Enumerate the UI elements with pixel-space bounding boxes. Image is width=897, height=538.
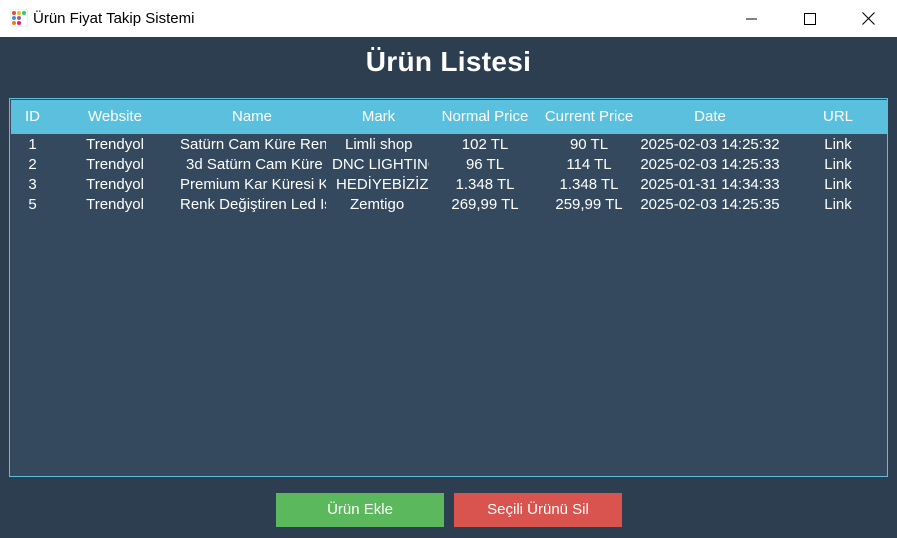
close-icon — [861, 12, 875, 25]
page-title: Ürün Listesi — [365, 46, 532, 77]
cell-url-link[interactable]: Link — [808, 195, 868, 215]
cell-id: 2 — [28, 156, 37, 173]
column-header-name[interactable]: Name — [179, 100, 325, 134]
cell-website: Trendyol — [86, 176, 144, 193]
cell-date: 2025-01-31 14:34:33 — [640, 176, 780, 193]
cell-normal-price: 1.348 TL — [455, 176, 515, 193]
cell-url-link[interactable]: Link — [808, 155, 868, 175]
cell-website: Trendyol — [86, 156, 144, 173]
cell-name: Satürn Cam Küre Renç — [180, 136, 326, 153]
cell-current-price: 90 TL — [569, 136, 609, 153]
window-title: Ürün Fiyat Takip Sistemi — [33, 10, 195, 27]
cell-id: 3 — [28, 176, 37, 193]
cell-id: 5 — [28, 196, 37, 213]
cell-current-price: 1.348 TL — [559, 176, 619, 193]
cell-website: Trendyol — [86, 196, 144, 213]
cell-normal-price: 102 TL — [461, 136, 509, 153]
cell-website: Trendyol — [86, 136, 144, 153]
cell-current-price: 114 TL — [566, 156, 612, 173]
minimize-icon — [746, 18, 757, 19]
table-row[interactable]: 3 Trendyol Premium Kar Küresi Ki HEDİYEB… — [11, 175, 888, 195]
cell-mark: DNC LIGHTINC — [332, 156, 429, 173]
cell-name: 3d Satürn Cam Küre — [186, 156, 323, 173]
column-header-current-price[interactable]: Current Price — [539, 100, 639, 134]
table-row[interactable]: 2 Trendyol 3d Satürn Cam Küre DNC LIGHTI… — [11, 155, 888, 175]
cell-mark: Limli shop — [345, 136, 413, 153]
cell-date: 2025-02-03 14:25:32 — [640, 136, 780, 153]
cell-normal-price: 269,99 TL — [451, 196, 519, 213]
cell-normal-price: 96 TL — [465, 156, 505, 173]
cell-url-link[interactable]: Link — [808, 175, 868, 195]
table-header: ID Website Name Mark Normal Price Curren… — [11, 100, 888, 134]
cell-url-link[interactable]: Link — [808, 135, 868, 155]
table-row[interactable]: 5 Trendyol Renk Değiştiren Led Iş Zemtig… — [11, 195, 888, 215]
cell-mark: HEDİYEBİZİZ — [336, 176, 429, 193]
title-bar: Ürün Fiyat Takip Sistemi — [0, 0, 897, 37]
close-button[interactable] — [839, 0, 897, 37]
delete-selected-product-button[interactable]: Seçili Ürünü Sil — [454, 493, 622, 527]
maximize-icon — [804, 12, 816, 25]
minimize-button[interactable] — [723, 0, 781, 37]
cell-name: Premium Kar Küresi Ki — [180, 176, 326, 193]
column-header-date[interactable]: Date — [639, 100, 781, 134]
maximize-button[interactable] — [781, 0, 839, 37]
column-header-mark[interactable]: Mark — [330, 100, 427, 134]
cell-name: Renk Değiştiren Led Iş — [180, 196, 326, 213]
column-header-url[interactable]: URL — [808, 100, 868, 134]
cell-mark: Zemtigo — [350, 196, 405, 213]
cell-id: 1 — [28, 136, 37, 153]
table-row[interactable]: 1 Trendyol Satürn Cam Küre Renç Limli sh… — [11, 135, 888, 155]
column-header-normal-price[interactable]: Normal Price — [435, 100, 535, 134]
cell-current-price: 259,99 TL — [555, 196, 623, 213]
product-table[interactable]: ID Website Name Mark Normal Price Curren… — [9, 98, 888, 477]
add-product-button[interactable]: Ürün Ekle — [276, 493, 444, 527]
app-icon — [10, 9, 28, 27]
cell-date: 2025-02-03 14:25:35 — [640, 196, 780, 213]
cell-date: 2025-02-03 14:25:33 — [640, 156, 780, 173]
column-header-website[interactable]: Website — [64, 100, 166, 134]
column-header-id[interactable]: ID — [11, 100, 54, 134]
